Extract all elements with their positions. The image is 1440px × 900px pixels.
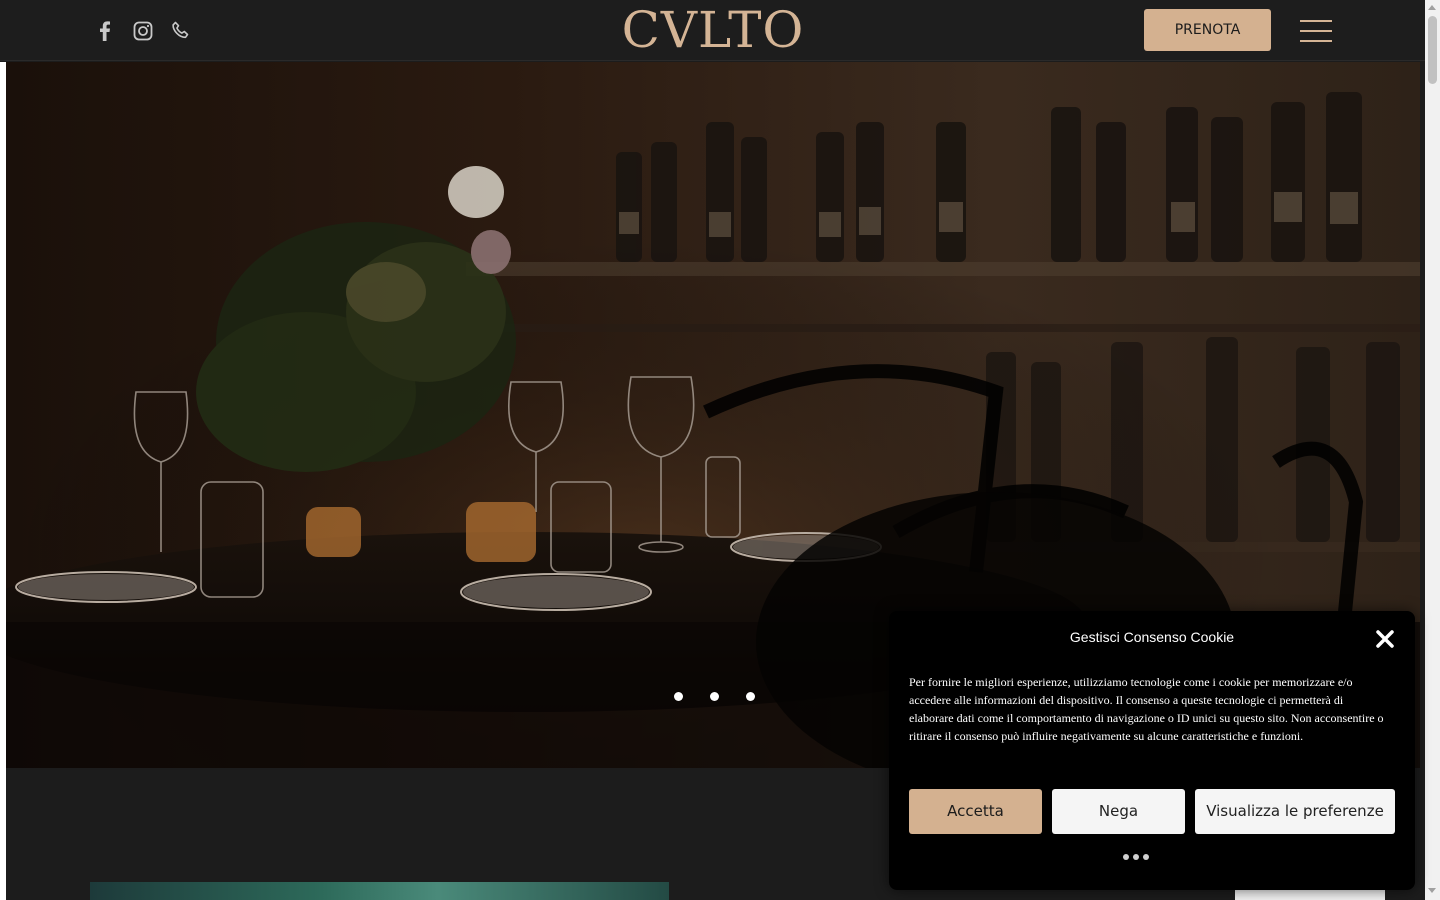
slider-dots (674, 692, 764, 702)
scrollbar[interactable] (1425, 0, 1440, 900)
site-logo[interactable]: CVLTO (610, 4, 816, 56)
facebook-icon[interactable] (94, 20, 116, 42)
cookie-title: Gestisci Consenso Cookie (1069, 629, 1235, 645)
scroll-down-arrow-icon[interactable] (1428, 888, 1436, 893)
instagram-icon[interactable] (132, 20, 154, 42)
scrollbar-thumb[interactable] (1428, 16, 1437, 84)
page: CVLTO PRENOTA Gestisci Consenso Cookie P… (0, 0, 1440, 900)
reserve-button[interactable]: PRENOTA (1144, 9, 1271, 51)
cookie-consent-banner: Gestisci Consenso Cookie Per fornire le … (889, 611, 1415, 890)
phone-icon[interactable] (170, 20, 192, 42)
cookie-description: Per fornire le migliori esperienze, util… (909, 675, 1384, 743)
slider-dot[interactable] (746, 692, 755, 701)
site-header: CVLTO PRENOTA (0, 0, 1425, 61)
content-image (90, 882, 669, 900)
page-edge (0, 62, 6, 900)
close-icon[interactable] (1374, 628, 1396, 650)
more-options-icon[interactable] (1123, 854, 1153, 862)
deny-button[interactable]: Nega (1052, 789, 1185, 834)
slider-dot[interactable] (674, 692, 683, 701)
scroll-up-arrow-icon[interactable] (1428, 5, 1436, 10)
hamburger-menu-icon[interactable] (1300, 20, 1332, 42)
slider-dot[interactable] (710, 692, 719, 701)
accept-button[interactable]: Accetta (909, 789, 1042, 834)
view-preferences-button[interactable]: Visualizza le preferenze (1195, 789, 1395, 834)
